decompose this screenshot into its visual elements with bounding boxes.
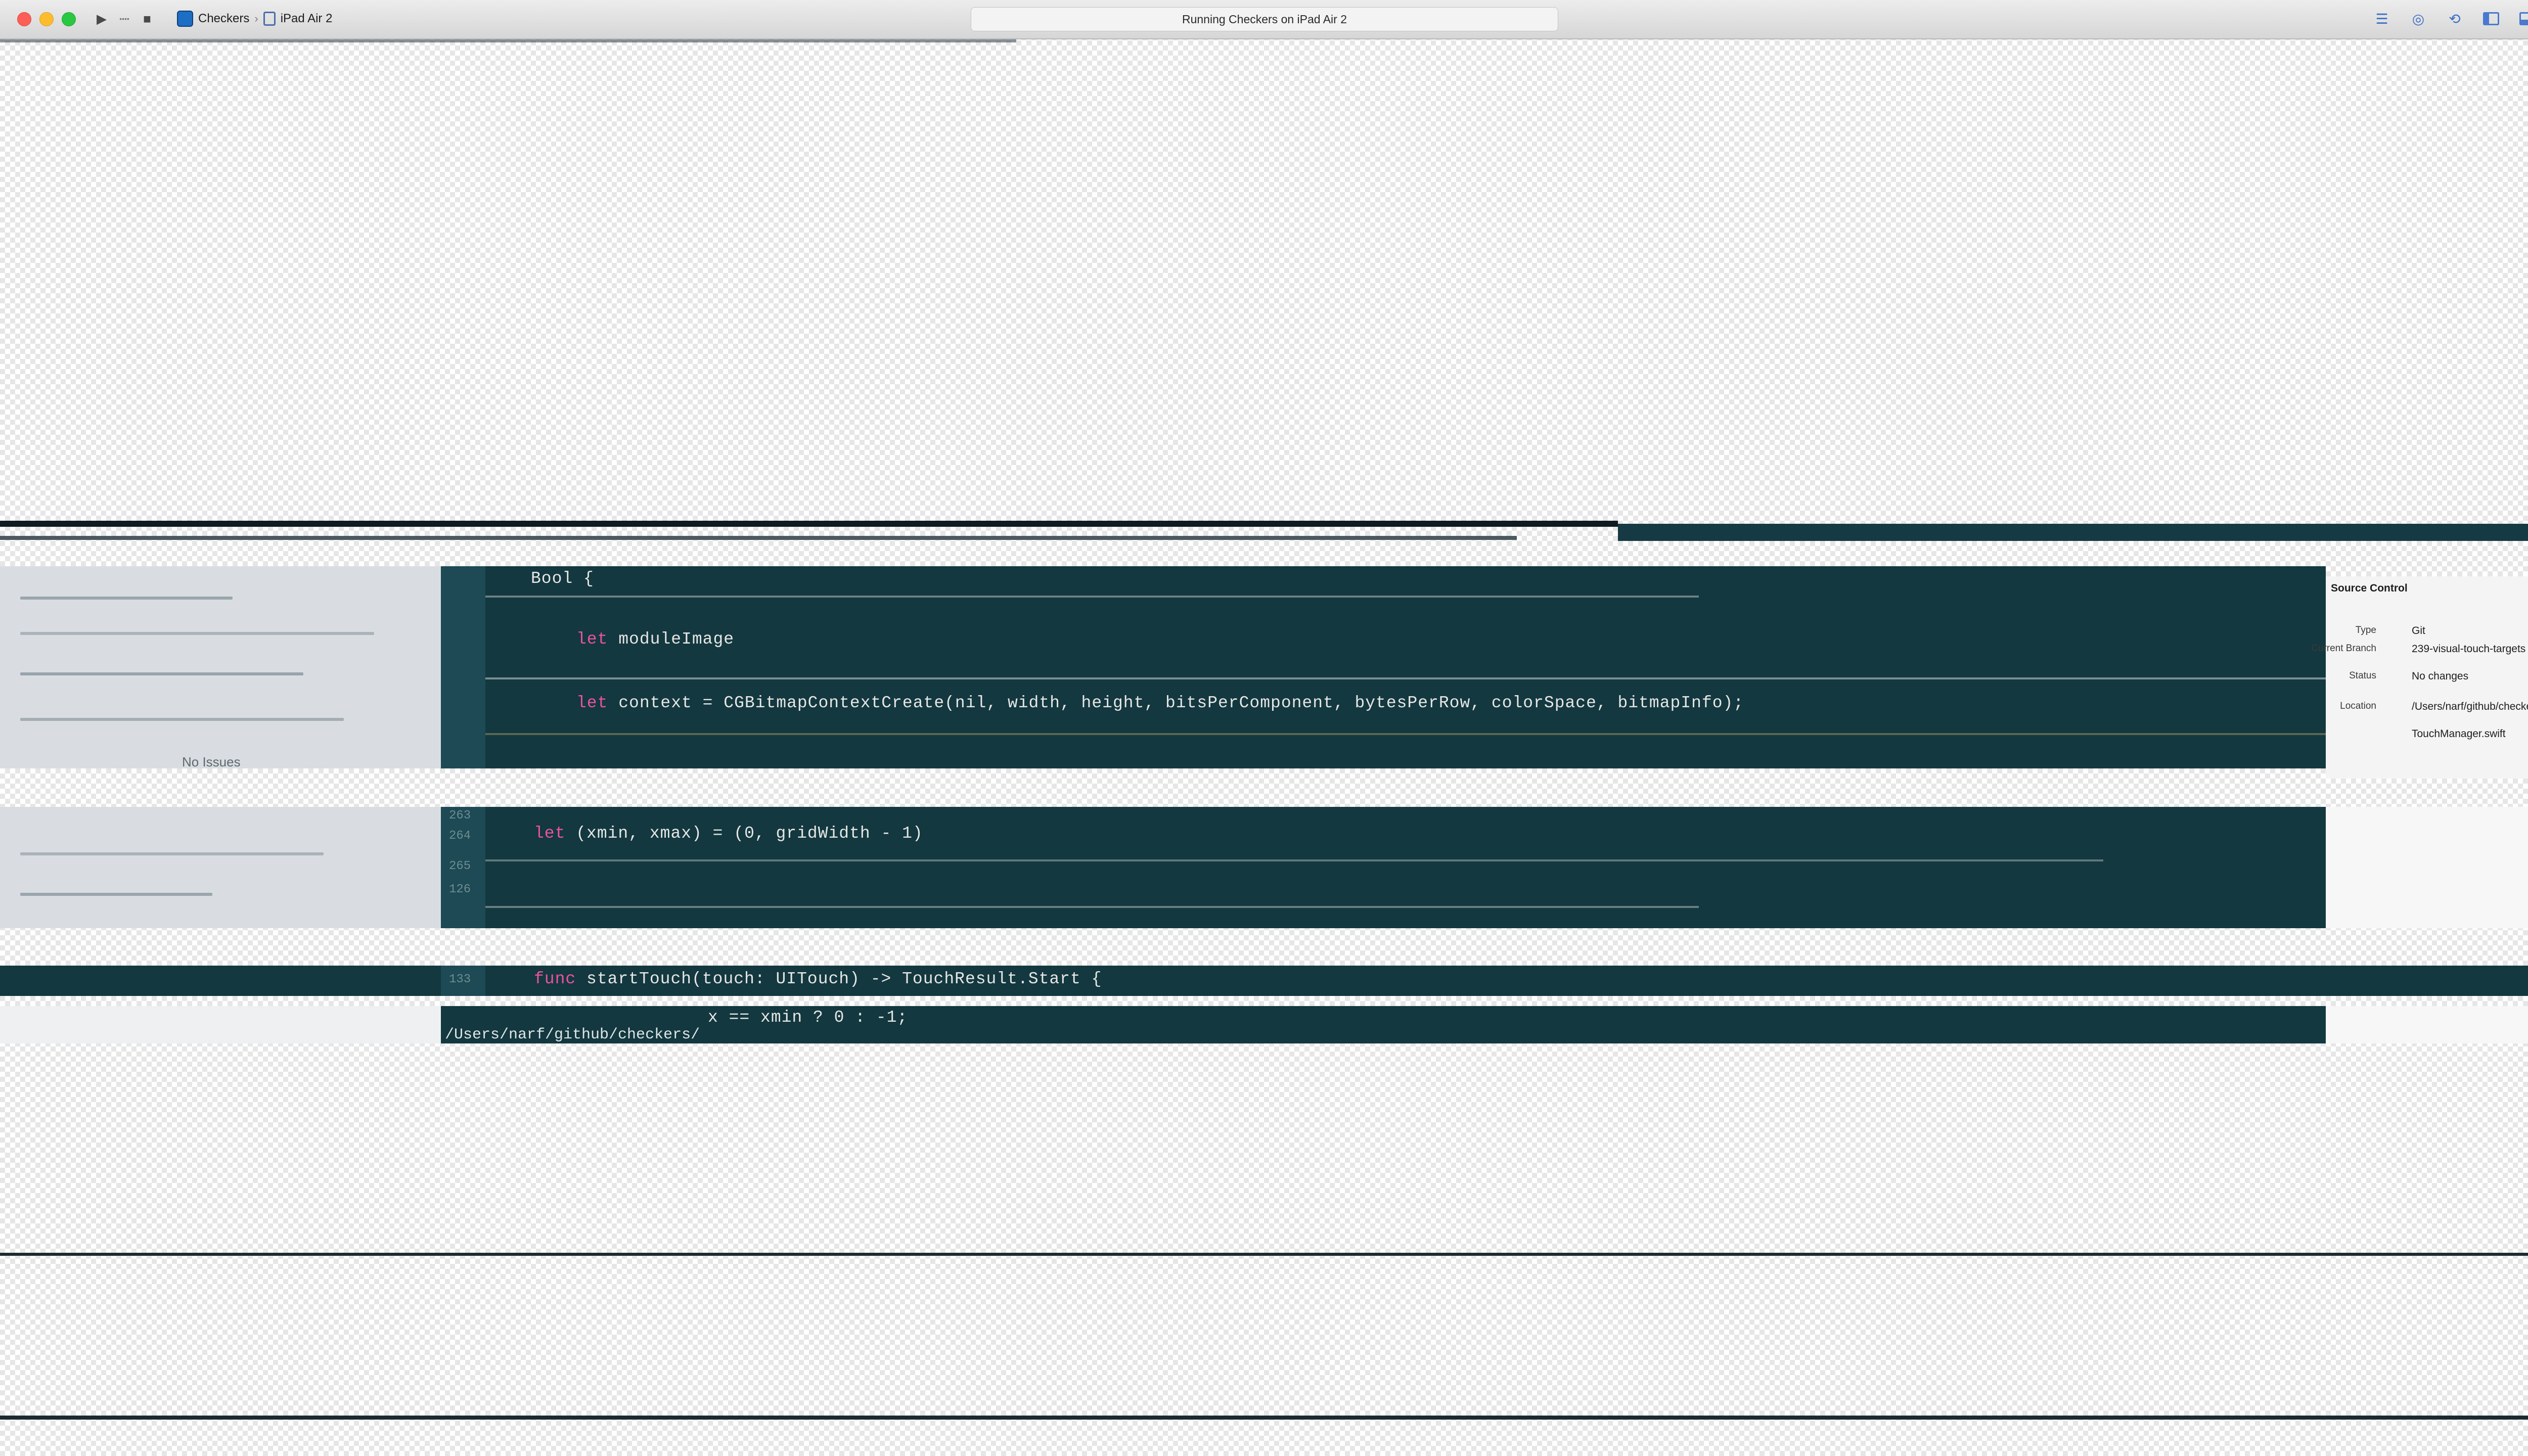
- line-number-gutter: 263 264 265 126: [441, 807, 485, 928]
- activity-status-text: Running Checkers on iPad Air 2: [1182, 12, 1347, 26]
- file-path-text: /Users/narf/github/checkers/: [445, 1026, 700, 1043]
- utilities-inspector: Source Control Type Git Current Branch 2…: [2311, 576, 2528, 779]
- scheme-app-label: Checkers: [198, 12, 250, 25]
- inspector-value: 239-visual-touch-targets: [2412, 643, 2526, 655]
- minimize-window-button[interactable]: [39, 12, 54, 26]
- scheme-device-label: iPad Air 2: [280, 12, 333, 25]
- project-navigator: [0, 807, 441, 928]
- stop-icon[interactable]: ■: [140, 10, 155, 27]
- device-icon: [263, 12, 276, 26]
- code-line: x == xmin ? 0 : -1;: [708, 1008, 908, 1027]
- close-window-button[interactable]: [17, 12, 31, 26]
- code-line: let context = CGBitmapContextCreate(nil,…: [576, 694, 1744, 712]
- code-line: let (xmin, xmax) = (0, gridWidth - 1): [534, 824, 923, 843]
- source-editor[interactable]: Bool { let moduleImage let context = CGB…: [485, 566, 2326, 768]
- inspector-section-title: Source Control: [2331, 582, 2408, 594]
- source-editor[interactable]: let (xmin, xmax) = (0, gridWidth - 1): [485, 807, 2326, 928]
- toggle-debug-area-icon[interactable]: [2518, 10, 2528, 27]
- zoom-window-button[interactable]: [62, 12, 76, 26]
- glitch-band: [0, 1253, 2528, 1256]
- source-editor[interactable]: func startTouch(touch: UITouch) -> Touch…: [485, 966, 2326, 996]
- app-target-icon: [177, 11, 193, 27]
- editor-assistant-icon[interactable]: ◎: [2409, 10, 2428, 27]
- inspector-key: Location: [2340, 701, 2376, 711]
- scheme-selector[interactable]: Checkers › iPad Air 2: [177, 9, 332, 28]
- inspector-key: Current Branch: [2311, 643, 2376, 654]
- line-number-gutter: [441, 566, 485, 768]
- inspector-key: Status: [2349, 670, 2376, 681]
- issues-status: No Issues: [182, 754, 241, 769]
- glitch-band: [0, 536, 1517, 540]
- editor-version-icon[interactable]: ⟲: [2445, 10, 2464, 27]
- inspector-key: Type: [2355, 625, 2376, 635]
- glitch-band: [0, 521, 1618, 527]
- glitch-band: [1618, 524, 2528, 541]
- inspector-value: /Users/narf/github/checkers/: [2412, 701, 2528, 712]
- activity-viewer: Running Checkers on iPad Air 2: [971, 7, 1558, 31]
- utilities-inspector: [2326, 1006, 2528, 1043]
- glitch-band: [0, 1416, 2528, 1420]
- inspector-value: Git: [2412, 625, 2425, 636]
- play-icon[interactable]: ▶: [93, 10, 110, 27]
- inspector-value: No changes: [2412, 670, 2469, 682]
- line-number-gutter: 133: [441, 966, 485, 996]
- utilities-inspector: [2326, 807, 2528, 928]
- toolbar-right-group: ☰ ◎ ⟲: [2372, 10, 2528, 27]
- source-editor[interactable]: x == xmin ? 0 : -1; /Users/narf/github/c…: [445, 1006, 2326, 1043]
- code-line: func startTouch(touch: UITouch) -> Touch…: [534, 970, 1102, 988]
- glitch-strip: [0, 39, 1016, 42]
- project-navigator: [0, 1006, 441, 1043]
- run-options-indicator: ••••: [119, 15, 129, 23]
- scheme-separator: ›: [254, 12, 258, 25]
- inspector-value: TouchManager.swift: [2412, 728, 2506, 740]
- code-line: let moduleImage: [576, 630, 735, 649]
- project-navigator: No Issues: [0, 566, 441, 769]
- code-line: Bool {: [531, 569, 594, 588]
- editor-standard-icon[interactable]: ☰: [2372, 10, 2391, 27]
- toggle-navigator-icon[interactable]: [2481, 10, 2501, 27]
- window-toolbar: ▶ •••• ■ Checkers › iPad Air 2 Running C…: [0, 0, 2528, 39]
